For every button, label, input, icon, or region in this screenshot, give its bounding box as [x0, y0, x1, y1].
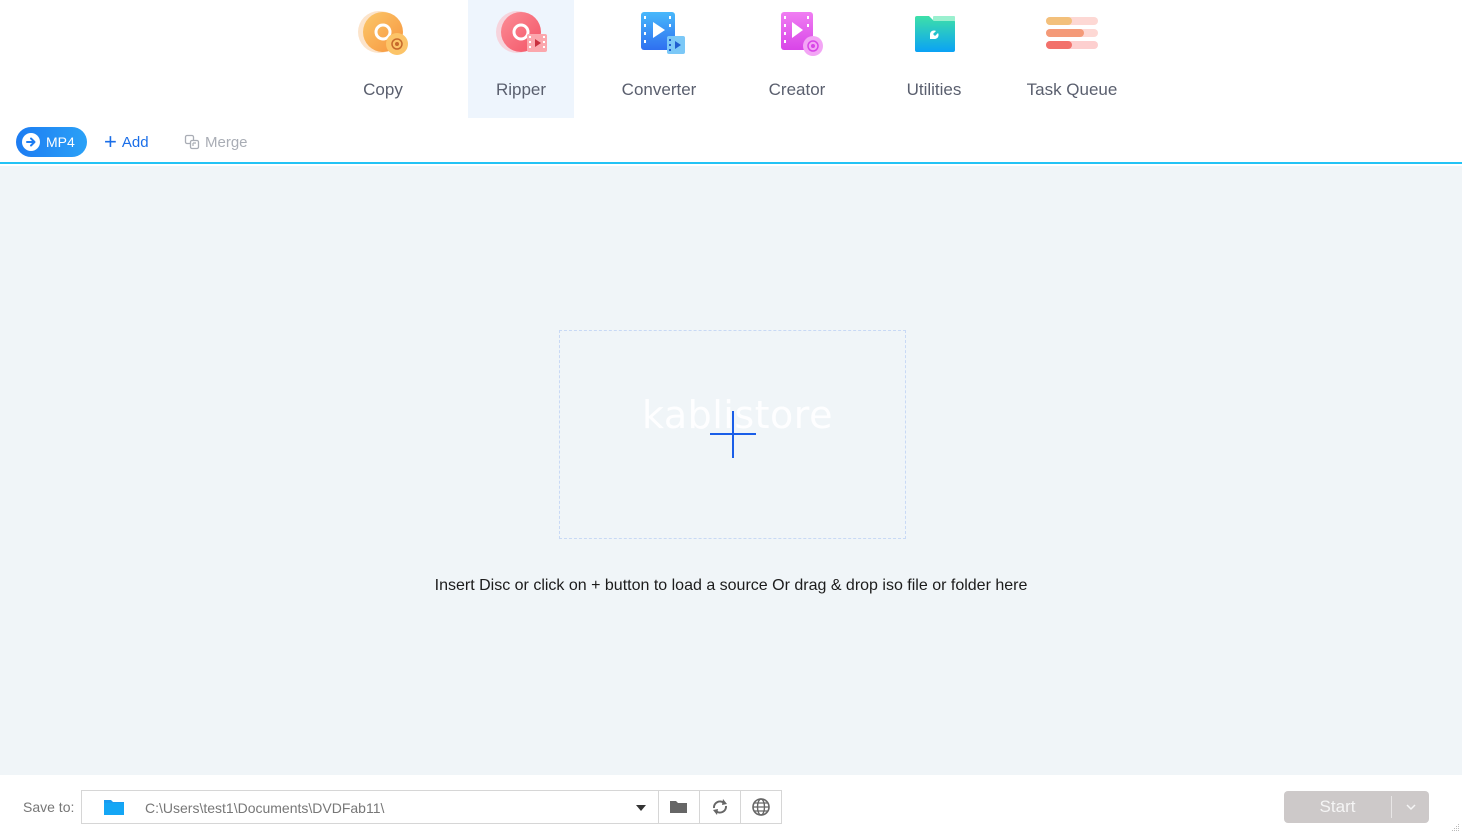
- nav-item-utilities[interactable]: Utilities: [881, 0, 987, 118]
- toolbar: MP4 + Add Merge: [0, 118, 1462, 164]
- nav-label: Converter: [621, 80, 697, 99]
- main-drop-area: kablistore Insert Disc or click on + but…: [0, 166, 1462, 775]
- start-button[interactable]: Start: [1284, 791, 1429, 823]
- ripper-disc-icon: [496, 11, 547, 53]
- arrow-right-icon: [22, 133, 40, 151]
- resize-grip-icon[interactable]: [1450, 822, 1460, 832]
- add-label: Add: [121, 133, 149, 151]
- task-queue-icon: [1046, 17, 1098, 49]
- profile-mp4-button[interactable]: MP4: [16, 127, 87, 157]
- merge-button[interactable]: Merge: [184, 130, 248, 154]
- footer-bar: Save to: C:\Users\test1\Documents\DVDFab…: [0, 775, 1462, 834]
- output-path-select[interactable]: C:\Users\test1\Documents\DVDFab11\: [81, 790, 659, 824]
- nav-item-copy[interactable]: Copy: [330, 0, 436, 118]
- watermark-text: kablistore: [642, 393, 833, 437]
- copy-disc-icon: [358, 11, 408, 55]
- nav-label: Utilities: [906, 80, 962, 99]
- nav-label: Copy: [363, 80, 403, 99]
- nav-item-creator[interactable]: Creator: [744, 0, 850, 118]
- top-nav: Copy Ripper Converter Creator Utilities …: [0, 0, 1462, 118]
- plus-icon: +: [104, 129, 117, 154]
- utilities-folder-icon: [915, 16, 955, 52]
- chevron-down-icon: [1405, 804, 1416, 811]
- nav-item-task-queue[interactable]: Task Queue: [1019, 0, 1125, 118]
- language-button[interactable]: [740, 790, 782, 824]
- add-button[interactable]: + Add: [104, 130, 149, 154]
- converter-video-icon: [641, 12, 685, 54]
- save-to-label: Save to:: [23, 799, 75, 815]
- merge-label: Merge: [205, 133, 248, 151]
- open-folder-icon: [670, 801, 687, 813]
- creator-video-icon: [781, 12, 823, 56]
- browse-folder-button[interactable]: [658, 790, 700, 824]
- nav-item-ripper[interactable]: Ripper: [468, 0, 574, 118]
- merge-icon: [184, 134, 200, 150]
- chevron-down-icon[interactable]: [636, 805, 646, 811]
- folder-icon: [104, 800, 124, 815]
- refresh-button[interactable]: [699, 790, 741, 824]
- nav-item-converter[interactable]: Converter: [606, 0, 712, 118]
- start-options-dropdown[interactable]: [1392, 791, 1429, 823]
- globe-icon: [752, 798, 770, 816]
- nav-label: Creator: [768, 80, 826, 99]
- start-label: Start: [1319, 797, 1356, 816]
- app-window: Copy Ripper Converter Creator Utilities …: [0, 0, 1462, 834]
- output-path-value: C:\Users\test1\Documents\DVDFab11\: [145, 800, 385, 816]
- add-source-dropzone[interactable]: kablistore: [559, 330, 906, 539]
- profile-label: MP4: [46, 134, 75, 150]
- refresh-icon: [713, 799, 727, 815]
- nav-label: Task Queue: [1026, 80, 1118, 99]
- nav-label: Ripper: [495, 80, 547, 99]
- load-source-hint: Insert Disc or click on + button to load…: [434, 577, 1028, 594]
